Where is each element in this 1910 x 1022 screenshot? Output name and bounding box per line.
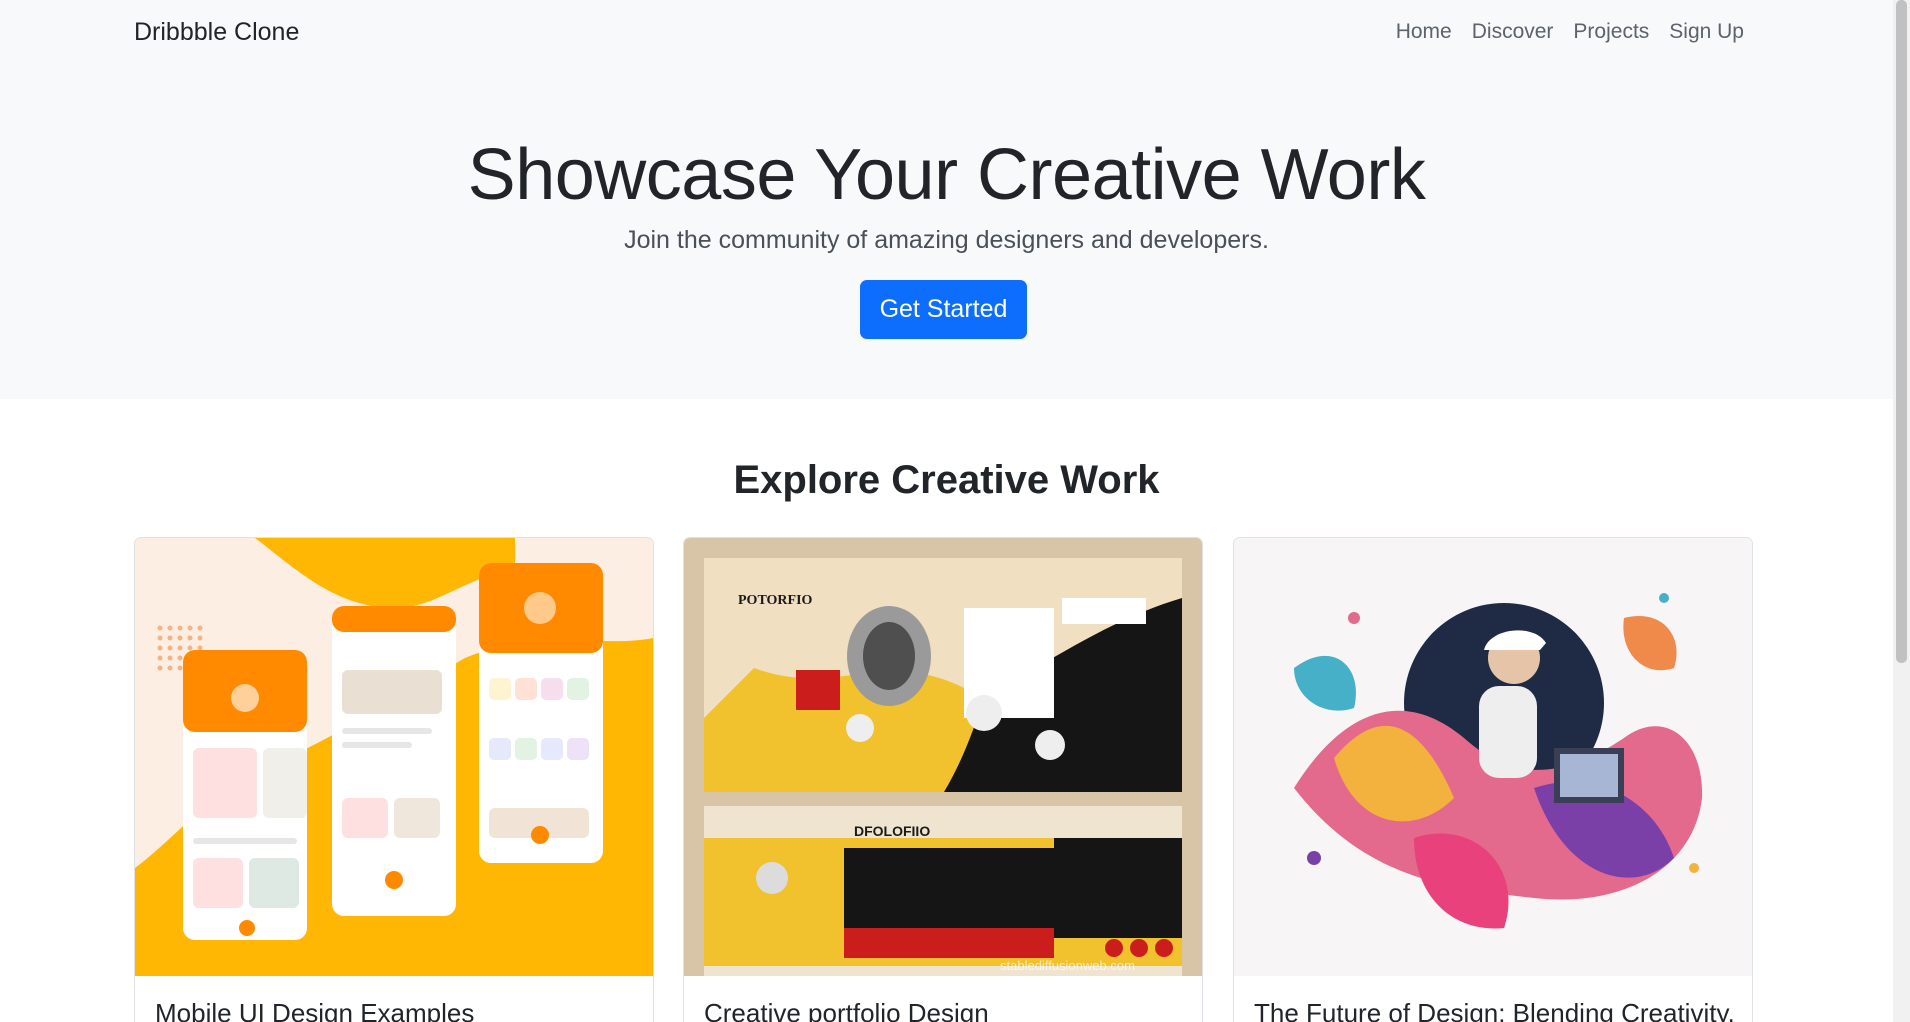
portfolio-brand-bottom: DFOLOFIIO	[854, 823, 930, 839]
project-card-mobile-ui[interactable]: Mobile UI Design Examples	[134, 537, 654, 1022]
nav-link-home[interactable]: Home	[1396, 20, 1452, 44]
project-card-portfolio[interactable]: POTORFIO DFOLOFIIO stablediffusionweb.co…	[683, 537, 1203, 1022]
nav-link-sign-up[interactable]: Sign Up	[1669, 20, 1744, 44]
hero-section: Showcase Your Creative Work Join the com…	[0, 68, 1893, 399]
card-image-portfolio: POTORFIO DFOLOFIIO stablediffusionweb.co…	[684, 538, 1202, 976]
nav-links: Home Discover Projects Sign Up	[1396, 20, 1744, 44]
page: Dribbble Clone Home Discover Projects Si…	[0, 0, 1893, 1022]
nav-link-projects[interactable]: Projects	[1573, 20, 1649, 44]
navbar: Dribbble Clone Home Discover Projects Si…	[0, 0, 1893, 68]
hero-subtitle: Join the community of amazing designers …	[624, 226, 1269, 254]
card-title: Mobile UI Design Examples	[155, 998, 475, 1022]
card-title: The Future of Design: Blending Creativit…	[1254, 998, 1735, 1022]
hero-title: Showcase Your Creative Work	[467, 135, 1426, 215]
scrollbar-thumb[interactable]	[1896, 0, 1907, 663]
nav-link-discover[interactable]: Discover	[1472, 20, 1554, 44]
card-image-future-design	[1234, 538, 1752, 976]
portfolio-watermark: stablediffusionweb.com	[1000, 958, 1135, 973]
portfolio-brand-top: POTORFIO	[738, 593, 813, 608]
card-title: Creative portfolio Design	[704, 998, 989, 1022]
card-image-mobile-ui	[135, 538, 653, 976]
project-card-future-design[interactable]: The Future of Design: Blending Creativit…	[1233, 537, 1753, 1022]
brand-link[interactable]: Dribbble Clone	[134, 18, 299, 47]
vertical-scrollbar[interactable]	[1893, 0, 1910, 1022]
section-title: Explore Creative Work	[733, 458, 1160, 502]
get-started-button[interactable]: Get Started	[860, 280, 1027, 339]
